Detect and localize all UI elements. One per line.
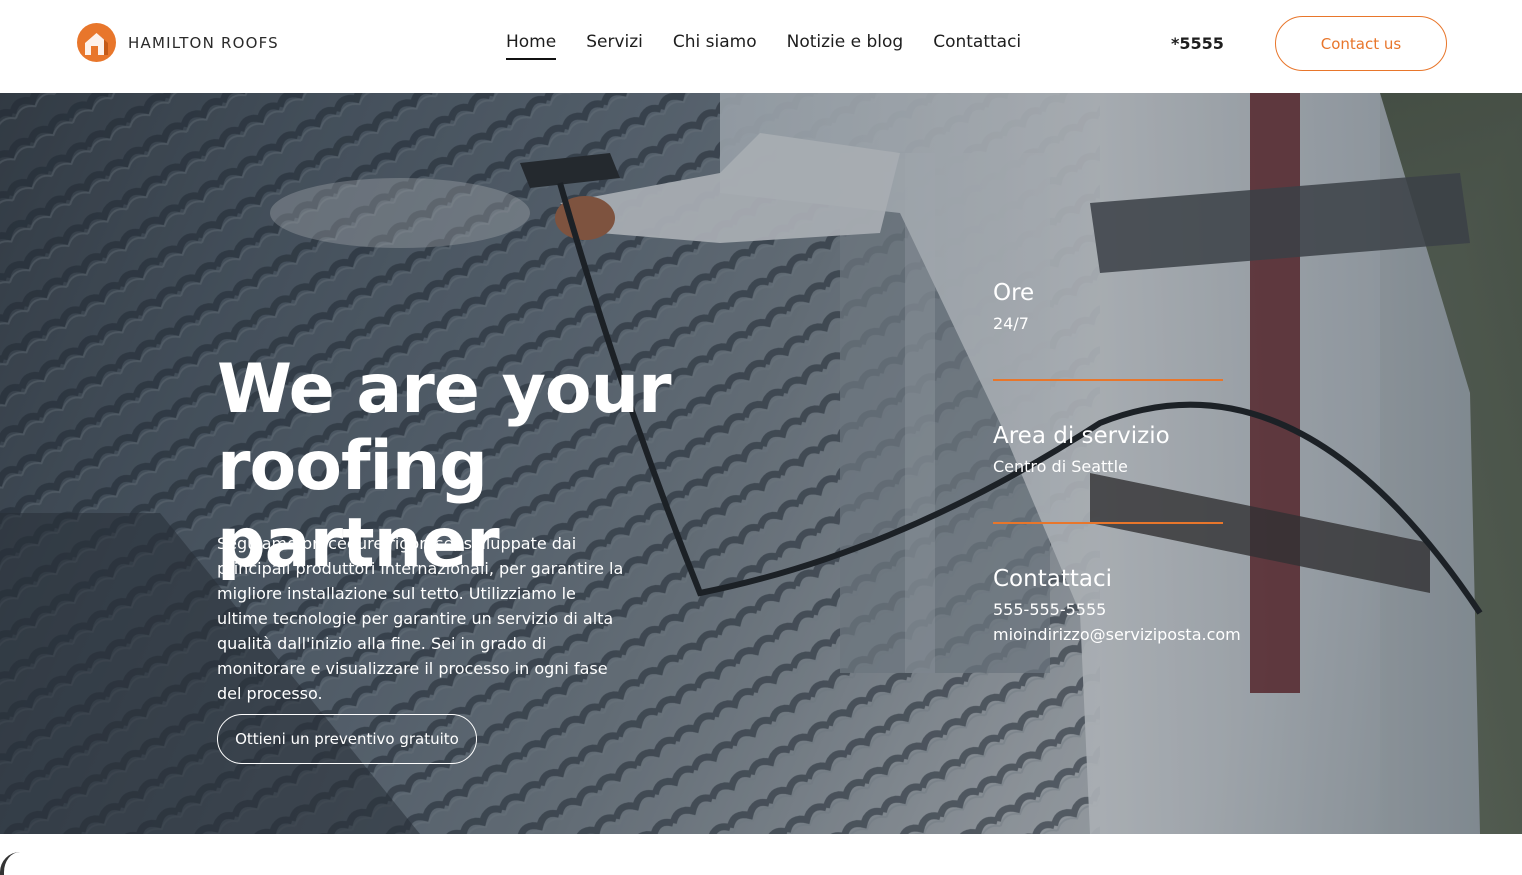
house-logo-icon xyxy=(77,23,116,62)
logo[interactable]: HAMILTON ROOFS xyxy=(77,23,279,62)
contact-us-button[interactable]: Contact us xyxy=(1275,16,1447,71)
divider xyxy=(993,522,1223,524)
next-section xyxy=(0,834,1522,875)
contact-block: Contattaci 555-555-5555 mioindirizzo@ser… xyxy=(993,565,1241,647)
nav-item-servizi[interactable]: Servizi xyxy=(586,32,643,58)
contact-email[interactable]: mioindirizzo@serviziposta.com xyxy=(993,622,1241,647)
hours-block: Ore 24/7 xyxy=(993,279,1034,336)
nav-item-notizie-blog[interactable]: Notizie e blog xyxy=(787,32,904,58)
main-nav: Home Servizi Chi siamo Notizie e blog Co… xyxy=(506,32,1051,60)
service-area-block: Area di servizio Centro di Seattle xyxy=(993,422,1170,479)
nav-item-chi-siamo[interactable]: Chi siamo xyxy=(673,32,757,58)
hero-section: We are your roofing partner Seguiamo pro… xyxy=(0,93,1522,834)
header-phone-link[interactable]: *5555 xyxy=(1171,34,1224,53)
free-quote-button[interactable]: Ottieni un preventivo gratuito xyxy=(217,714,477,764)
service-area-title: Area di servizio xyxy=(993,423,1170,449)
contact-phone[interactable]: 555-555-5555 xyxy=(993,597,1241,622)
hero-description: Seguiamo procedure rigorose, sviluppate … xyxy=(217,534,624,703)
nav-item-contattaci[interactable]: Contattaci xyxy=(933,32,1021,58)
hours-title: Ore xyxy=(993,280,1035,306)
hero-title-line-1: We are your xyxy=(217,350,672,429)
divider xyxy=(993,379,1223,381)
nav-item-home[interactable]: Home xyxy=(506,32,557,60)
service-area-value: Centro di Seattle xyxy=(993,457,1128,476)
logo-text: HAMILTON ROOFS xyxy=(128,33,279,52)
contact-title: Contattaci xyxy=(993,566,1112,592)
hours-value: 24/7 xyxy=(993,314,1029,333)
site-header: HAMILTON ROOFS Home Servizi Chi siamo No… xyxy=(0,0,1522,93)
